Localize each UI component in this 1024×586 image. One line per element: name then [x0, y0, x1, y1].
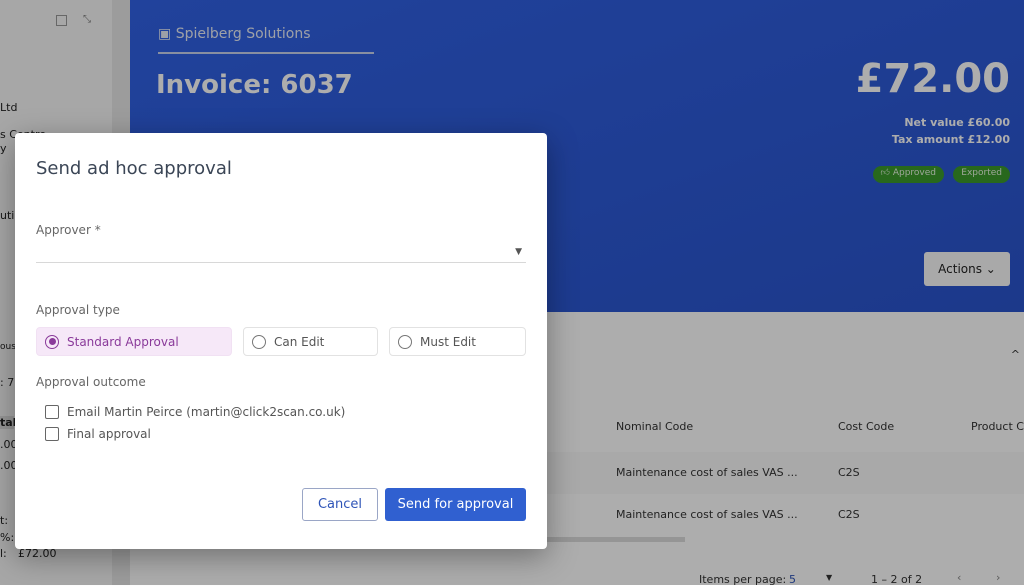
- send-for-approval-button[interactable]: Send for approval: [385, 488, 526, 521]
- option-label: Must Edit: [420, 334, 476, 349]
- radio-standard-approval[interactable]: Standard Approval: [36, 327, 232, 356]
- radio-icon: [252, 334, 266, 349]
- checkbox-email[interactable]: Email Martin Peirce (martin@click2scan.c…: [45, 405, 345, 419]
- checkbox-icon: [45, 427, 59, 441]
- checkbox-icon: [45, 405, 59, 419]
- radio-icon: [398, 334, 412, 349]
- option-label: Can Edit: [274, 334, 325, 349]
- approver-select[interactable]: ▼: [36, 247, 526, 263]
- dialog-title: Send ad hoc approval: [36, 158, 232, 179]
- approver-label: Approver *: [36, 223, 101, 237]
- radio-must-edit[interactable]: Must Edit: [389, 327, 526, 356]
- approval-type-label: Approval type: [36, 303, 120, 317]
- option-label: Standard Approval: [67, 334, 179, 349]
- required-mark: *: [94, 223, 101, 237]
- cancel-button[interactable]: Cancel: [302, 488, 378, 521]
- checkbox-label: Email Martin Peirce (martin@click2scan.c…: [67, 405, 346, 419]
- dropdown-caret-icon: ▼: [515, 247, 522, 257]
- ad-hoc-approval-dialog: Send ad hoc approval Approver * ▼ Approv…: [15, 133, 547, 549]
- checkbox-final-approval[interactable]: Final approval: [45, 427, 151, 441]
- radio-selected-icon: [45, 334, 59, 349]
- checkbox-label: Final approval: [67, 427, 151, 441]
- approver-label-text: Approver: [36, 223, 91, 237]
- approval-outcome-label: Approval outcome: [36, 375, 146, 389]
- radio-can-edit[interactable]: Can Edit: [243, 327, 378, 356]
